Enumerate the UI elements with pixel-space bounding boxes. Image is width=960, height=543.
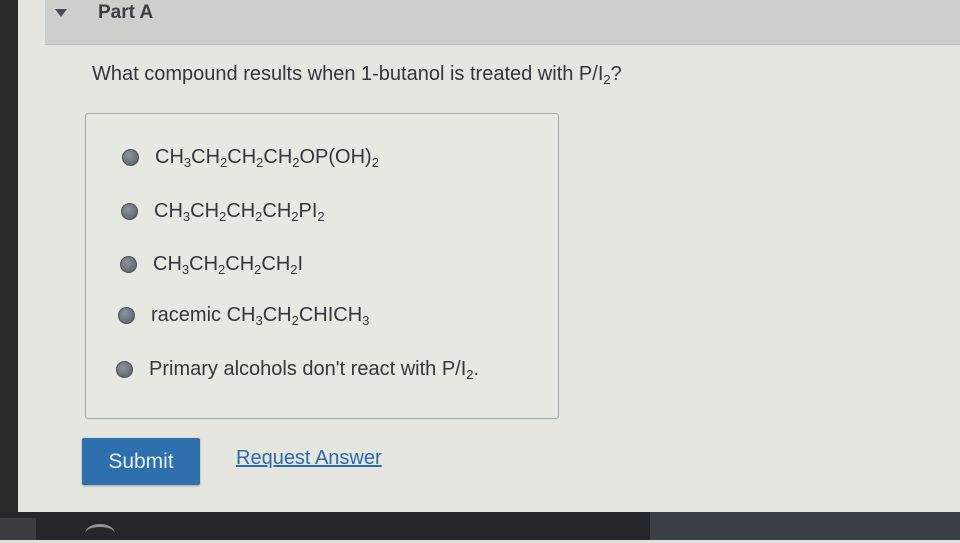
- choice-2[interactable]: CH3CH2CH2CH2PI2: [121, 196, 325, 226]
- part-header[interactable]: [45, 0, 960, 45]
- choice-label: Primary alcohols don't react with P/I2.: [149, 358, 479, 381]
- choice-label: CH3CH2CH2CH2I: [153, 253, 303, 276]
- question-suffix: ?: [610, 63, 622, 85]
- formula-text: OP(OH): [299, 145, 372, 168]
- radio-button[interactable]: [116, 360, 133, 378]
- subscript: 2: [291, 312, 299, 328]
- subscript: 3: [255, 312, 263, 328]
- radio-button[interactable]: [122, 148, 139, 166]
- formula-text: .: [473, 357, 480, 380]
- formula-text: racemic CH: [151, 303, 256, 326]
- question-prefix: What compound results when 1-butanol is …: [92, 63, 604, 85]
- formula-text: I: [297, 252, 304, 275]
- choice-4[interactable]: racemic CH3CH2CHICH3: [118, 300, 369, 330]
- start-button[interactable]: [0, 518, 36, 540]
- request-answer-link[interactable]: Request Answer: [236, 447, 382, 470]
- taskbar-tray: [650, 512, 960, 540]
- submit-button[interactable]: Submit: [82, 438, 200, 485]
- formula-text: CHICH: [298, 303, 363, 326]
- formula-text: CH: [262, 303, 292, 326]
- subscript: 2: [371, 154, 379, 170]
- subscript: 2: [466, 366, 474, 382]
- formula-text: CH: [227, 145, 257, 168]
- choice-label: CH3CH2CH2CH2OP(OH)2: [155, 146, 379, 169]
- radio-button[interactable]: [120, 255, 137, 273]
- formula-text: CH: [262, 199, 292, 222]
- subscript: 2: [290, 261, 298, 277]
- answer-choices: CH3CH2CH2CH2OP(OH)2 CH3CH2CH2CH2PI2 CH3C…: [85, 113, 559, 419]
- taskbar-app-icon[interactable]: [85, 524, 115, 543]
- choice-label: racemic CH3CH2CHICH3: [151, 304, 369, 327]
- formula-text: CH: [189, 252, 219, 275]
- subscript: 3: [362, 312, 370, 328]
- radio-button[interactable]: [121, 202, 138, 220]
- choice-5[interactable]: Primary alcohols don't react with P/I2.: [116, 354, 479, 384]
- question-subscript: 2: [603, 72, 611, 87]
- formula-text: CH: [191, 145, 221, 168]
- window-edge: [0, 0, 18, 512]
- formula-text: CH: [226, 199, 256, 222]
- formula-text: CH: [155, 145, 184, 168]
- formula-text: CH: [225, 252, 255, 275]
- subscript: 2: [317, 208, 325, 224]
- subscript: 2: [291, 208, 299, 224]
- radio-button[interactable]: [118, 306, 135, 324]
- collapse-triangle-icon[interactable]: [55, 9, 67, 17]
- formula-text: CH: [261, 252, 291, 275]
- formula-text: CH: [154, 199, 183, 222]
- choice-3[interactable]: CH3CH2CH2CH2I: [120, 249, 303, 279]
- question-text: What compound results when 1-butanol is …: [92, 63, 622, 86]
- choice-label: CH3CH2CH2CH2PI2: [154, 200, 325, 223]
- formula-text: CH: [153, 252, 182, 275]
- formula-text: CH: [263, 145, 293, 168]
- formula-text: Primary alcohols don't react with P/I: [149, 357, 467, 380]
- part-title: Part A: [98, 2, 154, 23]
- formula-text: CH: [190, 199, 220, 222]
- subscript: 2: [292, 154, 300, 170]
- choice-1[interactable]: CH3CH2CH2CH2OP(OH)2: [122, 142, 379, 172]
- formula-text: PI: [298, 199, 318, 222]
